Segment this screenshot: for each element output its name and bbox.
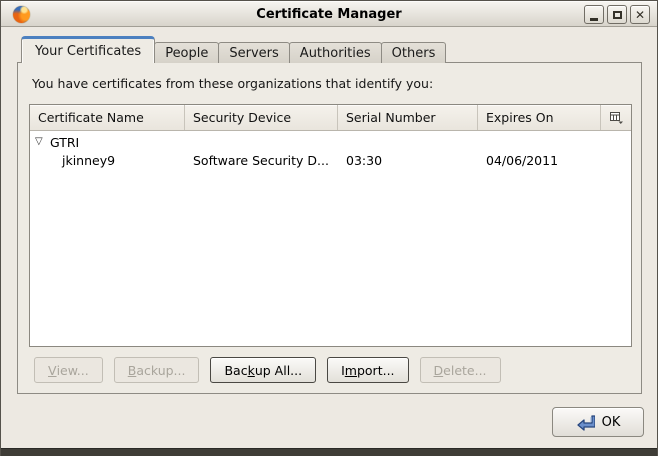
table-row-group-gtri[interactable]: ▽ GTRI (30, 133, 631, 151)
column-picker-button[interactable] (601, 105, 631, 130)
table-body: ▽ GTRI jkinney9 Software Security D... 0… (30, 131, 631, 346)
cell-serial-number: 03:30 (338, 153, 478, 168)
titlebar[interactable]: Certificate Manager ✕ (1, 0, 657, 27)
close-icon: ✕ (635, 9, 645, 21)
column-header-expires-on[interactable]: Expires On (478, 105, 601, 130)
delete-button[interactable]: Delete... (420, 357, 501, 383)
action-button-row: View... Backup... Backup All... Import..… (34, 357, 501, 383)
certificate-manager-window: Certificate Manager ✕ Your Certificates … (0, 0, 658, 456)
tab-bar: Your Certificates People Servers Authori… (21, 36, 445, 63)
tab-people[interactable]: People (154, 42, 219, 63)
tab-servers[interactable]: Servers (218, 42, 289, 63)
enter-arrow-icon (576, 414, 595, 431)
cell-security-device: Software Security D... (185, 153, 338, 168)
tab-others[interactable]: Others (381, 42, 447, 63)
cell-certificate-name: jkinney9 (30, 153, 185, 168)
column-header-serial-number[interactable]: Serial Number (338, 105, 478, 130)
tab-authorities[interactable]: Authorities (289, 42, 382, 63)
maximize-button[interactable] (607, 5, 627, 24)
backup-all-button[interactable]: Backup All... (210, 357, 316, 383)
ok-button[interactable]: OK (552, 407, 644, 437)
tab-your-certificates[interactable]: Your Certificates (21, 36, 155, 63)
tab-label: Servers (229, 46, 278, 61)
backup-button[interactable]: Backup... (114, 357, 200, 383)
window-title: Certificate Manager (1, 1, 657, 28)
tab-label: Authorities (300, 46, 371, 61)
group-name: GTRI (50, 135, 79, 150)
tab-label: Your Certificates (35, 44, 141, 59)
your-certificates-panel: You have certificates from these organiz… (17, 62, 642, 394)
tree-expanded-icon[interactable]: ▽ (35, 137, 48, 147)
window-controls: ✕ (584, 5, 650, 24)
view-button[interactable]: View... (34, 357, 103, 383)
window-bottom-frame (1, 448, 657, 456)
table-row-jkinney9[interactable]: jkinney9 Software Security D... 03:30 04… (30, 151, 631, 169)
cell-expires-on: 04/06/2011 (478, 153, 601, 168)
tab-label: Others (392, 46, 436, 61)
panel-caption: You have certificates from these organiz… (32, 76, 433, 91)
column-picker-icon (609, 111, 624, 124)
minimize-icon (590, 18, 598, 21)
column-header-certificate-name[interactable]: Certificate Name (30, 105, 185, 130)
ok-label: OK (602, 415, 621, 430)
column-header-security-device[interactable]: Security Device (185, 105, 338, 130)
close-button[interactable]: ✕ (630, 5, 650, 24)
import-button[interactable]: Import... (327, 357, 408, 383)
maximize-icon (613, 11, 622, 19)
certificate-table: Certificate Name Security Device Serial … (29, 104, 632, 347)
tab-label: People (165, 46, 208, 61)
table-header: Certificate Name Security Device Serial … (30, 105, 631, 131)
minimize-button[interactable] (584, 5, 604, 24)
